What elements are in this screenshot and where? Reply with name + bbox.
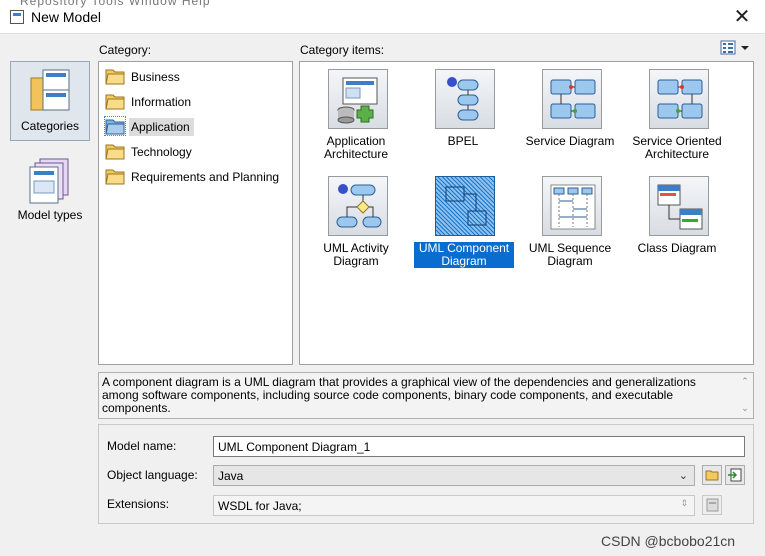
tile-application-architecture[interactable]: Application Architecture <box>302 64 410 164</box>
scroll-down-icon[interactable]: ⌄ <box>739 402 751 415</box>
application-architecture-icon <box>337 77 378 124</box>
tile-uml-activity[interactable]: UML Activity Diagram <box>302 171 410 271</box>
extensions-field[interactable]: WSDL for Java; ⇕ <box>213 495 695 516</box>
tile-label: BPEL <box>447 134 479 148</box>
view-mode-button[interactable] <box>720 40 752 56</box>
spinner-icon: ⇕ <box>680 498 688 508</box>
model-types-icon <box>29 158 69 204</box>
sequence-diagram-icon <box>550 184 596 230</box>
category-item-label: Information <box>131 95 192 109</box>
tile-uml-sequence[interactable]: UML Sequence Diagram <box>516 171 624 271</box>
object-language-select[interactable]: Java ⌄ <box>213 465 695 486</box>
nav-model-types[interactable]: Model types <box>10 153 90 233</box>
model-name-label: Model name: <box>107 439 177 453</box>
tile-label: Service Oriented Architecture <box>632 134 722 161</box>
tile-label: Application Architecture <box>323 134 389 161</box>
folder-icon <box>105 169 125 185</box>
folder-icon <box>705 470 719 481</box>
nav-categories-label: Categories <box>20 119 80 133</box>
tile-service-diagram[interactable]: Service Diagram <box>516 64 624 164</box>
scroll-up-icon[interactable]: ⌃ <box>739 375 751 388</box>
properties-icon <box>706 498 719 512</box>
chevron-down-icon: ⌄ <box>678 470 688 482</box>
embed-language-button[interactable] <box>725 465 745 485</box>
folder-icon <box>105 94 125 110</box>
bpel-icon <box>447 77 479 121</box>
category-item-label: Application <box>129 118 194 136</box>
service-diagram-icon <box>550 79 596 119</box>
tile-label: UML Activity Diagram <box>323 241 389 268</box>
soa-icon <box>657 79 703 119</box>
left-nav: Categories Model types <box>10 61 90 231</box>
tile-label: UML Component Diagram <box>414 242 514 268</box>
tile-label: UML Sequence Diagram <box>528 241 612 268</box>
tile-soa[interactable]: Service Oriented Architecture <box>623 64 731 164</box>
tile-uml-component[interactable]: UML Component Diagram <box>409 171 517 271</box>
object-language-label: Object language: <box>107 468 198 482</box>
model-properties-panel: Model name: UML Component Diagram_1 Obje… <box>98 424 754 524</box>
categories-icon <box>30 69 70 111</box>
description-text: A component diagram is a UML diagram tha… <box>102 375 696 415</box>
category-item-label: Business <box>131 70 180 84</box>
watermark-text: CSDN @bcbobo21cn <box>601 533 736 549</box>
folder-icon <box>105 69 125 85</box>
component-diagram-icon <box>445 186 487 226</box>
browse-folder-button[interactable] <box>702 465 722 485</box>
nav-model-types-label: Model types <box>17 208 83 222</box>
class-diagram-icon <box>657 184 703 230</box>
extensions-properties-button[interactable] <box>702 495 722 515</box>
extensions-label: Extensions: <box>107 497 170 511</box>
window-title: New Model <box>31 9 102 25</box>
category-list[interactable]: Business Information Application Technol… <box>98 61 293 365</box>
tile-class-diagram[interactable]: Class Diagram <box>623 171 731 271</box>
extensions-value: WSDL for Java; <box>218 499 302 513</box>
tile-label: Service Diagram <box>525 134 615 148</box>
tile-label: Class Diagram <box>637 241 717 255</box>
import-icon <box>728 468 742 482</box>
category-item-label: Technology <box>131 145 192 159</box>
description-scrollbar[interactable]: ⌃ ⌄ <box>739 375 751 416</box>
category-label: Category: <box>99 43 152 57</box>
folder-icon <box>104 116 126 136</box>
category-item-label: Requirements and Planning <box>131 170 280 184</box>
title-bar: Repository Tools Window Help New Model ✕ <box>0 0 765 34</box>
category-items-panel: Application Architecture BPEL Service Di… <box>299 61 754 365</box>
list-view-icon <box>720 40 749 55</box>
folder-icon <box>105 144 125 160</box>
menu-ghost-text: Repository Tools Window Help <box>20 0 211 8</box>
close-icon[interactable]: ✕ <box>719 0 765 34</box>
window-icon <box>10 10 24 24</box>
tile-bpel[interactable]: BPEL <box>409 64 517 164</box>
description-box: A component diagram is a UML diagram tha… <box>98 372 754 419</box>
model-name-input[interactable]: UML Component Diagram_1 <box>213 436 745 457</box>
activity-diagram-icon <box>336 184 382 228</box>
category-items-label: Category items: <box>300 43 385 57</box>
object-language-value: Java <box>218 469 244 483</box>
nav-categories[interactable]: Categories <box>10 61 90 141</box>
